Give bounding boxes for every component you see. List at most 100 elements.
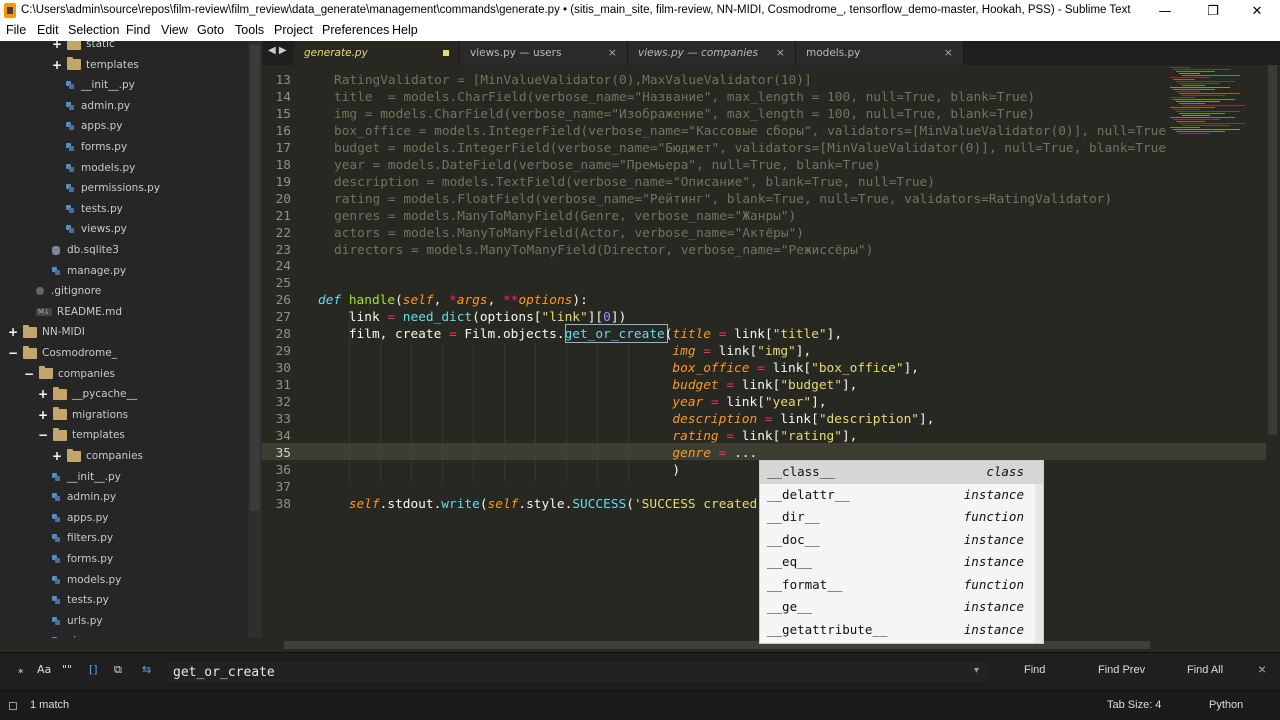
autocomplete-item[interactable]: __dir__ function — [760, 506, 1043, 529]
menu-find[interactable]: Find — [126, 23, 150, 37]
minimap-line — [1182, 105, 1245, 106]
expand-icon[interactable]: + — [8, 325, 18, 339]
regex-toggle-icon[interactable]: ⁎ — [18, 663, 24, 676]
autocomplete-item[interactable]: __getattribute__ instance — [760, 619, 1043, 642]
completion-kind: function — [963, 509, 1024, 524]
code-line: def handle(self, *args, **options): — [318, 293, 588, 309]
tab-views-users[interactable]: views.py — users × — [460, 41, 628, 65]
menu-file[interactable]: File — [6, 23, 26, 37]
sidebar-item-urls-py[interactable]: urls.py — [52, 611, 103, 631]
expand-icon[interactable]: + — [52, 41, 62, 51]
minimize-button[interactable]: — — [1142, 0, 1188, 22]
autocomplete-item[interactable]: __eq__ instance — [760, 551, 1043, 574]
menu-help[interactable]: Help — [392, 23, 418, 37]
sidebar-item-filters-py[interactable]: filters.py — [52, 528, 113, 548]
sidebar-scrollbar[interactable] — [248, 41, 262, 638]
tab-nav-arrows-icon[interactable]: ◀ ▶ — [268, 45, 287, 56]
sidebar-item-companies[interactable]: + companies — [52, 446, 143, 466]
sidebar-item-apps-py[interactable]: apps.py — [66, 116, 122, 136]
menu-view[interactable]: View — [161, 23, 188, 37]
menu-selection[interactable]: Selection — [68, 23, 119, 37]
sidebar-item-admin-py[interactable]: admin.py — [52, 487, 116, 507]
tab-close-icon[interactable]: × — [944, 46, 953, 59]
sidebar-item-init-py[interactable]: __init__.py — [52, 467, 121, 487]
wrap-toggle-icon[interactable]: [] — [89, 663, 98, 676]
autocomplete-popup[interactable]: __class__ class __delattr__ instance __dir__… — [759, 460, 1044, 644]
find-input[interactable]: get_or_create ▾ — [166, 660, 990, 684]
tab-generate-py[interactable]: generate.py — [294, 41, 460, 65]
line-number: 35 — [275, 445, 291, 461]
python-file-icon — [52, 493, 60, 502]
tab-size-indicator[interactable]: Tab Size: 4 — [1107, 699, 1161, 711]
sidebar-item-tests-py[interactable]: tests.py — [66, 199, 123, 219]
menu-goto[interactable]: Goto — [197, 23, 224, 37]
code-line: budget = models.IntegerField(verbose_nam… — [334, 140, 1167, 156]
close-window-button[interactable]: ✕ — [1234, 0, 1280, 22]
sidebar-item-nn-midi[interactable]: + NN-MIDI — [8, 322, 85, 342]
menu-preferences[interactable]: Preferences — [322, 23, 389, 37]
line-number: 30 — [275, 361, 291, 377]
whole-word-toggle-icon[interactable]: "" — [62, 663, 72, 676]
collapse-icon[interactable]: − — [8, 346, 18, 360]
menu-tools[interactable]: Tools — [235, 23, 264, 37]
sidebar-item-models-py[interactable]: models.py — [52, 570, 121, 590]
menu-edit[interactable]: Edit — [37, 23, 59, 37]
autocomplete-item[interactable]: __class__ class — [760, 461, 1043, 484]
in-selection-toggle-icon[interactable]: ⧉ — [114, 663, 122, 677]
minimap-line — [1173, 109, 1200, 110]
autocomplete-item[interactable]: __doc__ instance — [760, 529, 1043, 552]
sidebar-item-views-py[interactable]: views.py — [52, 631, 113, 638]
sidebar-item-forms-py[interactable]: forms.py — [66, 137, 127, 157]
menu-project[interactable]: Project — [274, 23, 313, 37]
highlight-matches-toggle-icon[interactable]: ⇆ — [142, 663, 151, 676]
editor-scrollbar-thumb[interactable] — [1268, 65, 1277, 435]
tab-bar: generate.py views.py — users × views.py … — [262, 41, 1280, 65]
sidebar-item-apps-py[interactable]: apps.py — [52, 508, 108, 528]
sidebar-item-admin-py[interactable]: admin.py — [66, 96, 130, 116]
autocomplete-item[interactable]: __delattr__ instance — [760, 484, 1043, 507]
minimap[interactable] — [1166, 65, 1266, 145]
sidebar-item-views-py[interactable]: views.py — [66, 219, 127, 239]
editor-vertical-scrollbar[interactable] — [1266, 65, 1280, 638]
find-all-button[interactable]: Find All — [1187, 664, 1223, 676]
sidebar-item-permissions-py[interactable]: permissions.py — [66, 178, 160, 198]
completion-kind: instance — [963, 554, 1024, 569]
autocomplete-item[interactable]: __ge__ instance — [760, 596, 1043, 619]
find-history-dropdown-icon[interactable]: ▾ — [974, 665, 979, 676]
maximize-button[interactable]: ❐ — [1190, 0, 1236, 22]
collapse-icon[interactable]: − — [38, 428, 48, 442]
sidebar-item-models-py[interactable]: models.py — [66, 158, 135, 178]
find-panel-close-icon[interactable]: × — [1258, 661, 1266, 677]
line-number: 29 — [275, 344, 291, 360]
panel-switcher-icon[interactable] — [9, 702, 17, 710]
sidebar-scrollbar-thumb[interactable] — [250, 45, 260, 511]
sidebar-item-pycache[interactable]: + __pycache__ — [38, 384, 137, 404]
tab-models-py[interactable]: models.py × — [796, 41, 964, 65]
syntax-indicator[interactable]: Python — [1209, 699, 1243, 711]
sidebar-item-templates[interactable]: + templates — [52, 55, 139, 75]
find-button[interactable]: Find — [1024, 664, 1045, 676]
expand-icon[interactable]: + — [52, 58, 62, 72]
sidebar-item-cosmodrome[interactable]: − Cosmodrome_ — [8, 343, 117, 363]
sidebar-item-init-py[interactable]: __init__.py — [66, 75, 135, 95]
sidebar-item-tests-py[interactable]: tests.py — [52, 590, 109, 610]
sidebar-item-gitignore[interactable]: .gitignore — [36, 281, 101, 301]
tab-views-companies[interactable]: views.py — companies × — [628, 41, 796, 65]
sidebar-item-readme-md[interactable]: M↓ README.md — [36, 302, 122, 322]
sidebar-item-forms-py[interactable]: forms.py — [52, 549, 113, 569]
sidebar-item-manage-py[interactable]: manage.py — [52, 261, 126, 281]
sidebar-item-db-sqlite3[interactable]: db.sqlite3 — [52, 240, 119, 260]
find-prev-button[interactable]: Find Prev — [1098, 664, 1145, 676]
expand-icon[interactable]: + — [38, 408, 48, 422]
expand-icon[interactable]: + — [52, 449, 62, 463]
tab-close-icon[interactable]: × — [776, 46, 785, 59]
case-sensitive-toggle-icon[interactable]: Aa — [37, 663, 51, 676]
sidebar-item-static[interactable]: + static — [52, 41, 115, 54]
sidebar-item-migrations[interactable]: + migrations — [38, 405, 128, 425]
collapse-icon[interactable]: − — [24, 367, 34, 381]
sidebar-item-templates[interactable]: − templates — [38, 425, 125, 445]
autocomplete-item[interactable]: __format__ function — [760, 574, 1043, 597]
expand-icon[interactable]: + — [38, 387, 48, 401]
tab-close-icon[interactable]: × — [608, 46, 617, 59]
sidebar-item-companies[interactable]: − companies — [24, 364, 115, 384]
